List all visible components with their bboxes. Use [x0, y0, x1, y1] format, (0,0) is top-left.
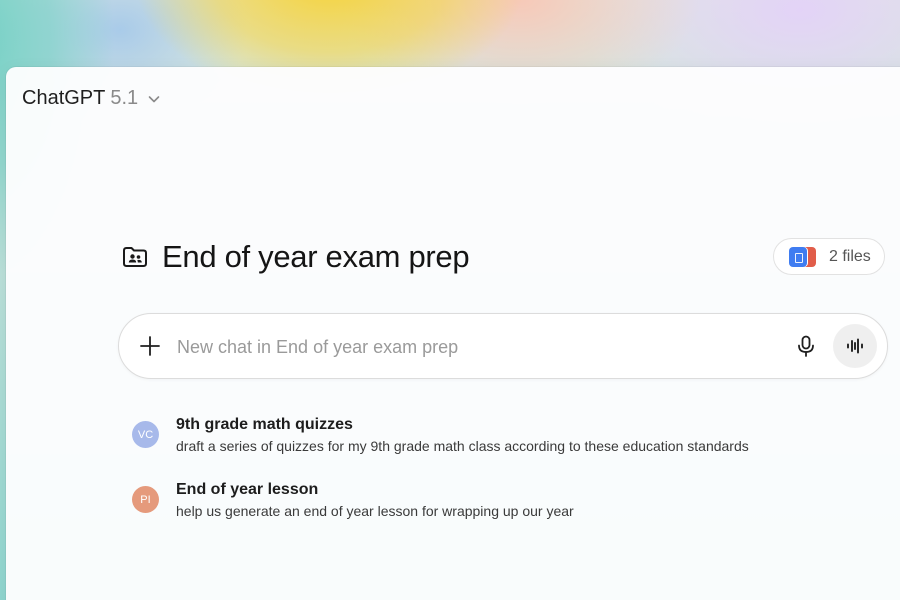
chat-title: End of year lesson — [176, 481, 319, 498]
model-version: 5.1 — [110, 87, 139, 109]
files-count-label: 2 files — [829, 247, 871, 265]
app-name: ChatGPT — [22, 87, 106, 109]
project-header: End of year exam prep — [120, 239, 470, 275]
chat-avatar: PI — [132, 486, 159, 513]
chat-preview: draft a series of quizzes for my 9th gra… — [176, 438, 749, 454]
app-window: ChatGPT 5.1 End of year exam prep 2 file — [6, 67, 900, 600]
project-title: End of year exam prep — [162, 239, 470, 274]
waveform-icon — [847, 338, 863, 354]
chat-title: 9th grade math quizzes — [176, 416, 353, 433]
chat-composer — [118, 313, 888, 379]
shared-folder-icon — [123, 247, 147, 267]
file-stack-icon — [787, 246, 819, 267]
chat-avatar: VC — [132, 421, 159, 448]
model-switcher[interactable]: ChatGPT 5.1 — [22, 87, 162, 110]
avatar-initials: PI — [140, 493, 151, 506]
chat-preview: help us generate an end of year lesson f… — [176, 503, 574, 519]
voice-mode-button[interactable] — [833, 324, 877, 368]
microphone-icon[interactable] — [793, 333, 819, 359]
add-attachment-icon[interactable] — [137, 333, 163, 359]
new-chat-input[interactable] — [175, 331, 739, 363]
project-files-button[interactable]: 2 files — [773, 238, 885, 275]
chevron-down-icon — [148, 95, 160, 102]
screen: ChatGPT 5.1 End of year exam prep 2 file — [0, 0, 900, 600]
avatar-initials: VC — [137, 428, 154, 441]
doc-file-icon — [789, 246, 807, 267]
